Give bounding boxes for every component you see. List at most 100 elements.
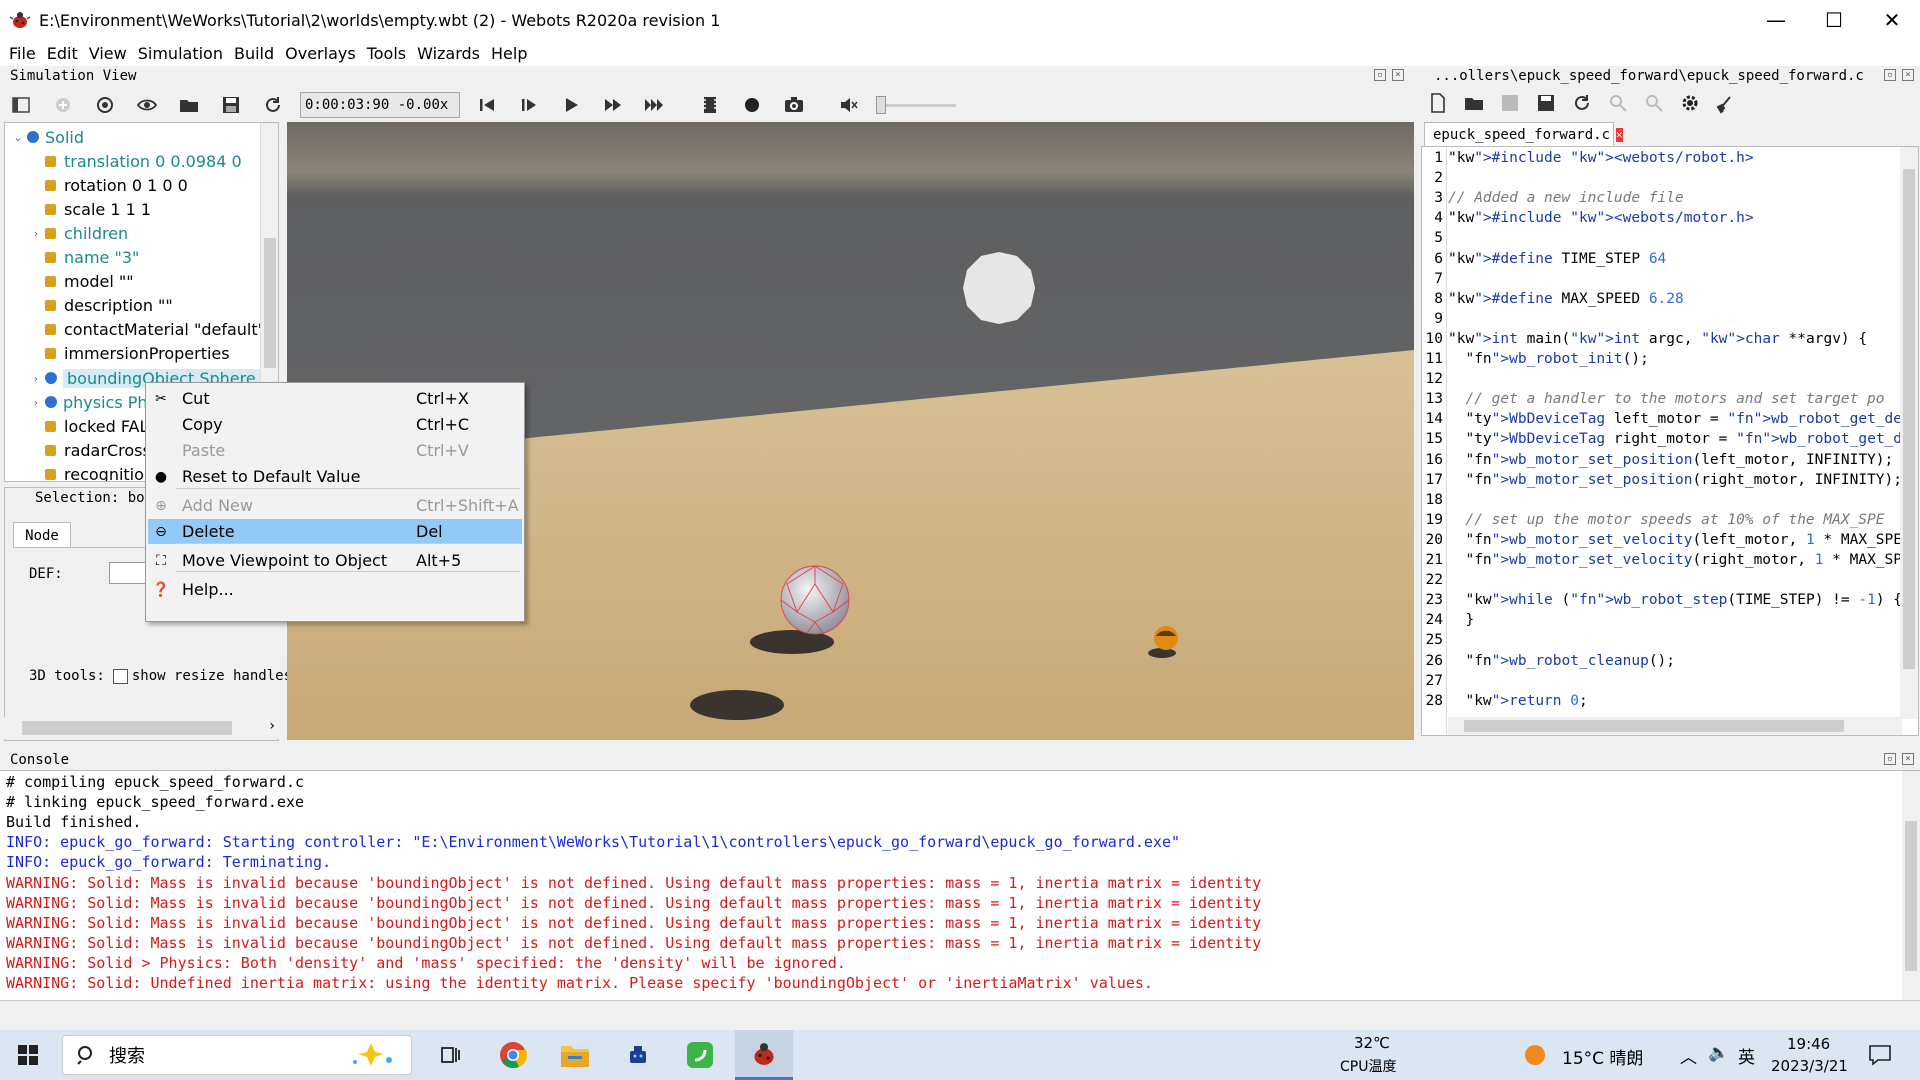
scrollbar-thumb[interactable]	[22, 721, 232, 735]
dock-close-icon[interactable]: ×	[1392, 69, 1404, 81]
float-icon[interactable]: ▫	[1884, 69, 1896, 81]
menu-overlays[interactable]: Overlays	[285, 44, 356, 63]
replace-button[interactable]	[1643, 89, 1665, 117]
tree-row[interactable]: › children	[27, 221, 128, 245]
console-output[interactable]: # compiling epuck_speed_forward.c # linki…	[0, 770, 1920, 1000]
tree-row[interactable]: contactMaterial "default"	[27, 318, 265, 342]
reset-view-button[interactable]	[91, 91, 119, 119]
webots-app[interactable]	[735, 1030, 793, 1080]
menu-help[interactable]: Help	[491, 44, 527, 63]
scrollbar-thumb[interactable]	[264, 238, 276, 368]
file-explorer-app[interactable]	[555, 1035, 595, 1075]
expand-arrow-icon[interactable]: ›	[27, 372, 45, 385]
tree-row[interactable]: › physics Phy	[27, 390, 157, 414]
unity-app[interactable]	[618, 1035, 658, 1075]
ime-indicator[interactable]: 英	[1738, 1043, 1755, 1068]
menu-item-move-viewpoint-to-object[interactable]: ⛶ Move Viewpoint to Object Alt+5	[148, 548, 522, 573]
fast-forward-button[interactable]	[599, 91, 627, 119]
save-file-button[interactable]	[1499, 89, 1521, 117]
task-view-button[interactable]	[430, 1035, 470, 1075]
tree-row[interactable]: name "3"	[27, 246, 139, 270]
tree-row[interactable]: scale 1 1 1	[27, 197, 151, 221]
tree-row[interactable]: ⌄ Solid	[9, 125, 84, 149]
record-movie-button[interactable]	[696, 91, 724, 119]
minimize-button[interactable]: —	[1748, 0, 1804, 40]
start-button[interactable]	[8, 1035, 48, 1075]
play-button[interactable]	[557, 91, 585, 119]
float-icon[interactable]: ▫	[1374, 69, 1386, 81]
menu-build[interactable]: Build	[234, 44, 274, 63]
volume-slider[interactable]	[876, 95, 956, 115]
dock-close-icon[interactable]: ×	[1902, 69, 1914, 81]
scrollbar-thumb[interactable]	[1903, 169, 1915, 669]
tree-row[interactable]: description ""	[27, 294, 173, 318]
reload-world-button[interactable]	[259, 91, 287, 119]
new-file-button[interactable]	[1427, 89, 1449, 117]
menu-simulation[interactable]: Simulation	[138, 44, 223, 63]
tree-row[interactable]: recognition	[27, 462, 154, 481]
notification-icon[interactable]	[1868, 1044, 1892, 1066]
clock-time[interactable]: 19:46	[1787, 1035, 1830, 1053]
speaker-icon[interactable]: 🔈	[1708, 1043, 1729, 1063]
revert-button[interactable]	[1571, 89, 1593, 117]
code-editor[interactable]: 1 2 3 4 5 6 7 8 9 10 11 12 13 14 15 16 17 18 19 20 21 22 23 24 2…	[1421, 146, 1919, 736]
toggle-visibility-button[interactable]	[133, 91, 161, 119]
taskbar-search[interactable]: 搜索	[62, 1035, 412, 1075]
menu-file[interactable]: File	[9, 44, 36, 63]
scroll-right-icon[interactable]: ›	[269, 718, 275, 734]
show-resize-handles-checkbox[interactable]	[112, 668, 128, 684]
reset-simulation-button[interactable]	[473, 91, 501, 119]
expand-arrow-icon[interactable]: ›	[27, 227, 45, 240]
save-world-button[interactable]	[217, 91, 245, 119]
menu-wizards[interactable]: Wizards	[417, 44, 480, 63]
close-button[interactable]: ✕	[1864, 0, 1920, 40]
tree-row[interactable]: immersionProperties	[27, 342, 230, 366]
menu-view[interactable]: View	[89, 44, 127, 63]
record-button[interactable]	[738, 91, 766, 119]
tab-node[interactable]: Node	[13, 522, 71, 548]
tree-row[interactable]: rotation 0 1 0 0	[27, 173, 188, 197]
left-horizontal-scrollbar[interactable]: ›	[4, 717, 279, 739]
dock-close-icon[interactable]: ×	[1902, 753, 1914, 765]
volume-slider-knob[interactable]	[876, 96, 886, 114]
scrollbar-thumb[interactable]	[1464, 720, 1844, 732]
tree-row[interactable]: radarCross	[27, 438, 151, 462]
clean-button[interactable]	[1715, 89, 1737, 117]
menu-item-delete[interactable]: ⊖ Delete Del	[148, 519, 522, 544]
fast-mode-button[interactable]	[641, 91, 669, 119]
editor-horizontal-scrollbar[interactable]	[1448, 717, 1902, 735]
build-settings-button[interactable]	[1679, 89, 1701, 117]
add-node-button[interactable]	[49, 91, 77, 119]
tree-row[interactable]: translation 0 0.0984 0	[27, 149, 242, 173]
editor-tab[interactable]: epuck_speed_forward.c ✕	[1424, 122, 1623, 146]
console-scrollbar[interactable]	[1902, 771, 1920, 1000]
close-tab-icon[interactable]: ✕	[1616, 127, 1623, 142]
save-all-button[interactable]	[1535, 89, 1557, 117]
editor-vertical-scrollbar[interactable]	[1900, 147, 1918, 719]
step-button[interactable]	[515, 91, 543, 119]
mute-button[interactable]	[835, 91, 863, 119]
menu-item-reset-to-default-value[interactable]: ● Reset to Default Value	[148, 464, 522, 489]
find-button[interactable]	[1607, 89, 1629, 117]
menu-item-help[interactable]: ❓ Help...	[148, 577, 522, 602]
open-file-button[interactable]	[1463, 89, 1485, 117]
scrollbar-thumb[interactable]	[1905, 821, 1917, 971]
float-icon[interactable]: ▫	[1884, 753, 1896, 765]
e-puck-robot[interactable]	[1154, 626, 1178, 650]
chrome-app[interactable]	[493, 1035, 533, 1075]
clock-date[interactable]: 2023/3/21	[1771, 1057, 1848, 1075]
tree-row[interactable]: model ""	[27, 270, 134, 294]
menu-tools[interactable]: Tools	[367, 44, 406, 63]
toggle-scene-tree-button[interactable]	[7, 91, 35, 119]
menu-edit[interactable]: Edit	[47, 44, 78, 63]
tree-row[interactable]: locked FAL	[27, 414, 148, 438]
tray-chevron-icon[interactable]: ︿	[1680, 1043, 1697, 1068]
expand-arrow-icon[interactable]: ›	[27, 396, 45, 409]
expand-arrow-icon[interactable]: ⌄	[9, 131, 27, 144]
maximize-button[interactable]: ☐	[1806, 0, 1862, 40]
wechat-app[interactable]	[680, 1035, 720, 1075]
menu-item-copy[interactable]: Copy Ctrl+C	[148, 412, 522, 437]
open-world-button[interactable]	[175, 91, 203, 119]
weather-text[interactable]: 15°C 晴朗	[1562, 1044, 1643, 1069]
screenshot-button[interactable]	[780, 91, 808, 119]
